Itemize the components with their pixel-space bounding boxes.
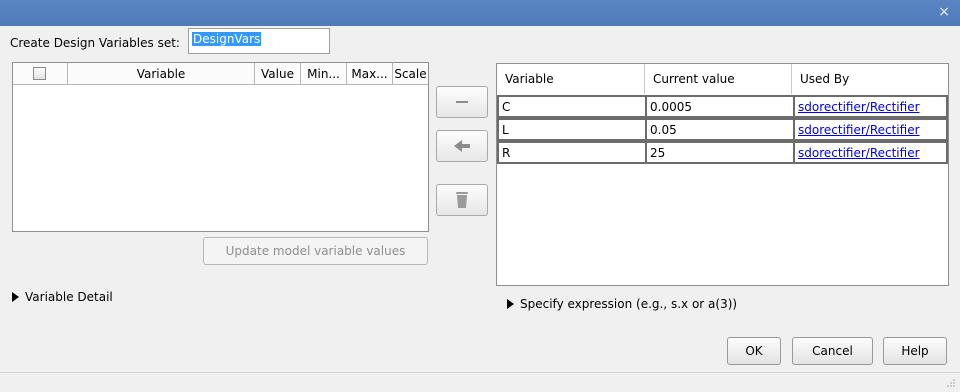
expand-triangle-icon: [507, 299, 514, 309]
current-value-cell[interactable]: 25: [645, 141, 793, 164]
column-scale[interactable]: Scale: [393, 63, 428, 85]
trash-icon: [456, 192, 468, 208]
used-by-link[interactable]: sdorectifier/Rectifier: [798, 146, 920, 160]
column-max[interactable]: Max...: [347, 63, 393, 85]
left-arrow-icon: [454, 140, 470, 152]
select-all-checkbox[interactable]: [33, 67, 46, 80]
current-value-cell[interactable]: 0.0005: [645, 95, 793, 118]
column-value[interactable]: Value: [255, 63, 301, 85]
set-name-input[interactable]: DesignVars: [188, 28, 330, 54]
variable-detail-toggle[interactable]: Variable Detail: [12, 290, 113, 304]
variable-cell[interactable]: L: [497, 118, 645, 141]
variable-cell[interactable]: C: [497, 95, 645, 118]
variable-detail-label: Variable Detail: [25, 290, 113, 304]
column-used-by[interactable]: Used By: [792, 64, 948, 94]
column-variable[interactable]: Variable: [497, 64, 645, 94]
ok-button[interactable]: OK: [727, 337, 781, 365]
used-by-link[interactable]: sdorectifier/Rectifier: [798, 123, 920, 137]
delete-button[interactable]: [436, 184, 488, 216]
column-current-value[interactable]: Current value: [645, 64, 792, 94]
table-header: Variable Value Min... Max... Scale: [13, 63, 428, 85]
column-min[interactable]: Min...: [301, 63, 347, 85]
table-row[interactable]: R 25 sdorectifier/Rectifier: [497, 141, 948, 164]
title-bar: ×: [0, 0, 960, 26]
current-value-cell[interactable]: 0.05: [645, 118, 793, 141]
variable-cell[interactable]: R: [497, 141, 645, 164]
table-header: Variable Current value Used By: [497, 64, 948, 94]
specify-expression-toggle[interactable]: Specify expression (e.g., s.x or a(3)): [507, 297, 737, 311]
minus-icon: [456, 101, 468, 103]
used-by-cell: sdorectifier/Rectifier: [793, 141, 948, 164]
resize-grip-icon[interactable]: [946, 378, 956, 388]
table-row[interactable]: L 0.05 sdorectifier/Rectifier: [497, 118, 948, 141]
variables-table[interactable]: Variable Current value Used By C 0.0005 …: [496, 63, 949, 286]
cancel-button[interactable]: Cancel: [792, 337, 873, 365]
expand-triangle-icon: [12, 292, 19, 302]
select-all-column[interactable]: [13, 63, 68, 85]
table-row[interactable]: C 0.0005 sdorectifier/Rectifier: [497, 95, 948, 118]
used-by-cell: sdorectifier/Rectifier: [793, 118, 948, 141]
update-model-values-button[interactable]: Update model variable values: [203, 237, 428, 265]
set-name-value: DesignVars: [192, 32, 262, 46]
specify-expression-label: Specify expression (e.g., s.x or a(3)): [520, 297, 738, 311]
column-variable[interactable]: Variable: [68, 63, 255, 85]
close-icon[interactable]: ×: [938, 4, 950, 20]
used-by-cell: sdorectifier/Rectifier: [793, 95, 948, 118]
help-button[interactable]: Help: [883, 337, 947, 365]
used-by-link[interactable]: sdorectifier/Rectifier: [798, 100, 920, 114]
design-variables-table[interactable]: Variable Value Min... Max... Scale: [12, 62, 429, 232]
remove-button[interactable]: [436, 86, 488, 118]
set-name-label: Create Design Variables set:: [10, 36, 180, 50]
status-divider: [0, 372, 960, 373]
move-left-button[interactable]: [436, 130, 488, 162]
